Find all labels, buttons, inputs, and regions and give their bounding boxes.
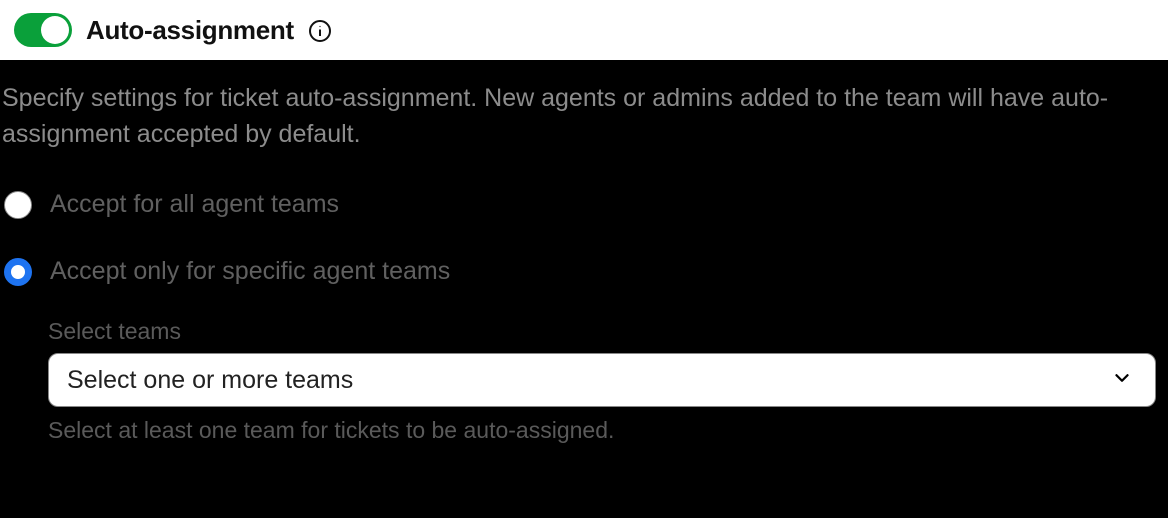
teams-select[interactable]: Select one or more teams (48, 353, 1156, 407)
info-icon[interactable] (308, 19, 332, 43)
teams-hint-text: Select at least one team for tickets to … (48, 417, 1168, 444)
chevron-down-icon (1111, 367, 1133, 394)
auto-assignment-content: Specify settings for ticket auto-assignm… (0, 60, 1168, 518)
select-teams-label: Select teams (48, 318, 1168, 345)
radio-option-all-teams[interactable]: Accept for all agent teams (4, 190, 1168, 219)
section-title: Auto-assignment (86, 15, 294, 46)
assignment-scope-radio-group: Accept for all agent teams Accept only f… (0, 190, 1168, 286)
radio-indicator (4, 191, 32, 219)
auto-assignment-toggle[interactable] (14, 13, 72, 47)
section-description: Specify settings for ticket auto-assignm… (0, 80, 1168, 152)
toggle-knob (41, 16, 69, 44)
teams-select-placeholder: Select one or more teams (67, 366, 353, 395)
radio-label: Accept only for specific agent teams (50, 257, 450, 286)
radio-indicator-selected (4, 258, 32, 286)
auto-assignment-header: Auto-assignment (0, 0, 1168, 60)
radio-label: Accept for all agent teams (50, 190, 339, 219)
radio-option-specific-teams[interactable]: Accept only for specific agent teams (4, 257, 1168, 286)
select-teams-section: Select teams Select one or more teams Se… (0, 318, 1168, 444)
